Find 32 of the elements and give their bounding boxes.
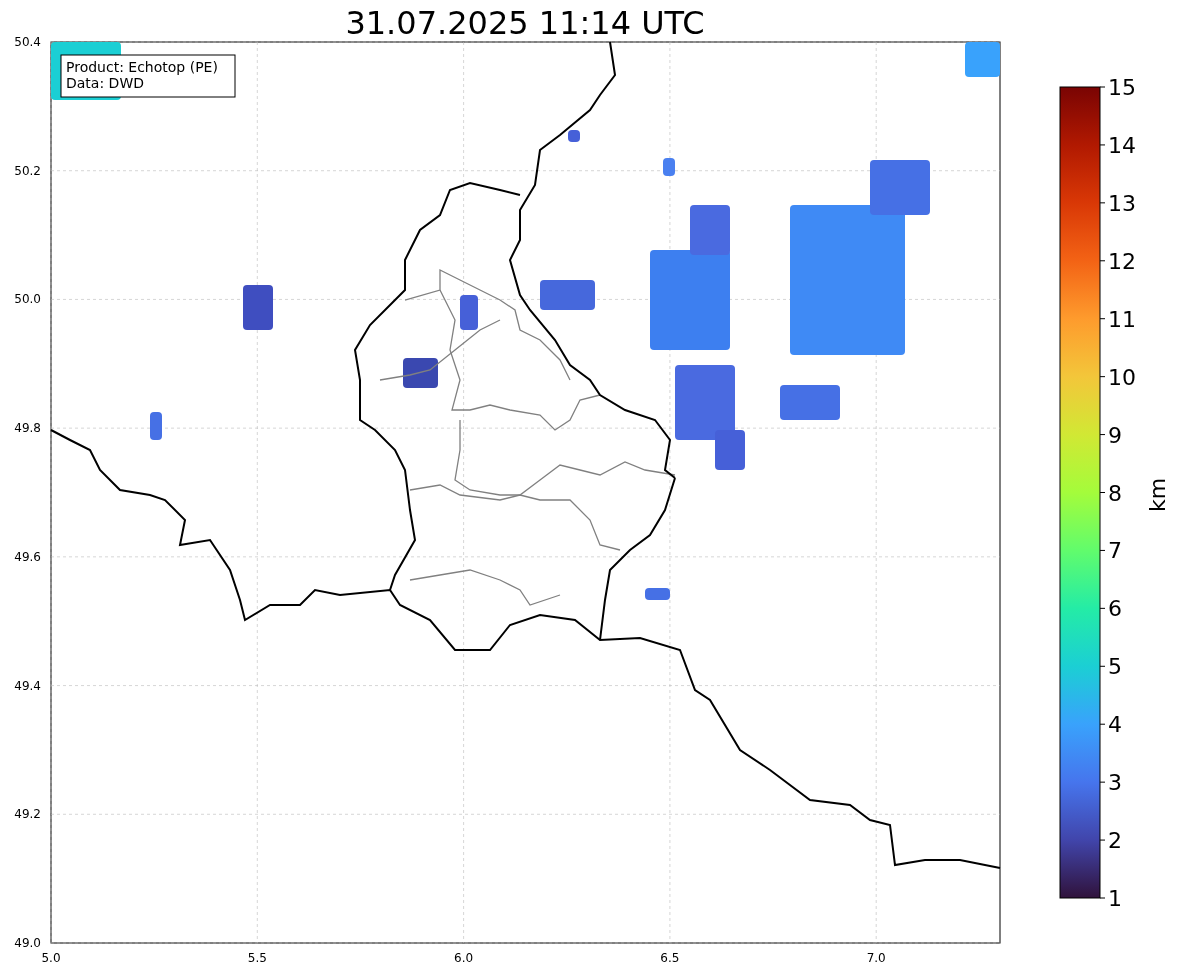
- colorbar-tick-label: 3: [1108, 770, 1122, 796]
- x-tick-label: 5.5: [247, 951, 267, 965]
- colorbar-tick-label: 11: [1108, 306, 1136, 332]
- colorbar-tick-label: 9: [1108, 422, 1122, 448]
- y-tick-label: 49.2: [14, 807, 41, 822]
- colorbar-label: km: [1145, 477, 1170, 513]
- colorbar-tick-label: 4: [1108, 712, 1122, 738]
- colorbar-tick-label: 12: [1108, 248, 1136, 274]
- y-tick-label: 50.0: [14, 292, 41, 307]
- y-tick-label: 49.4: [14, 678, 41, 693]
- colorbar-tick-label: 2: [1108, 828, 1122, 854]
- colorbar-tick-label: 5: [1108, 654, 1122, 680]
- y-tick-label: 49.6: [14, 549, 41, 564]
- legend-text: Data: DWD: [66, 75, 144, 91]
- colorbar-tick-label: 15: [1108, 75, 1136, 100]
- colorbar-tick-label: 7: [1108, 538, 1122, 564]
- colorbar-tick-label: 13: [1108, 190, 1136, 216]
- colorbar-tick-label: 6: [1108, 596, 1122, 622]
- colorbar-tick-label: 14: [1108, 132, 1136, 158]
- legend-text: Product: Echotop (PE): [66, 59, 218, 75]
- y-tick-label: 50.2: [14, 163, 41, 178]
- figure-title: 31.07.2025 11:14 UTC: [345, 4, 705, 42]
- colorbar-tick-label: 1: [1108, 886, 1122, 911]
- x-tick-label: 6.5: [660, 951, 680, 965]
- x-tick-label: 6.0: [454, 951, 474, 965]
- x-tick-label: 5.0: [41, 951, 61, 965]
- colorbar-tick-label: 10: [1108, 364, 1136, 390]
- y-tick-label: 50.4: [14, 35, 41, 49]
- colorbar-tick-label: 8: [1108, 480, 1122, 506]
- x-tick-label: 7.0: [866, 951, 886, 965]
- y-tick-label: 49.8: [14, 421, 41, 436]
- y-tick-label: 49.0: [14, 936, 41, 950]
